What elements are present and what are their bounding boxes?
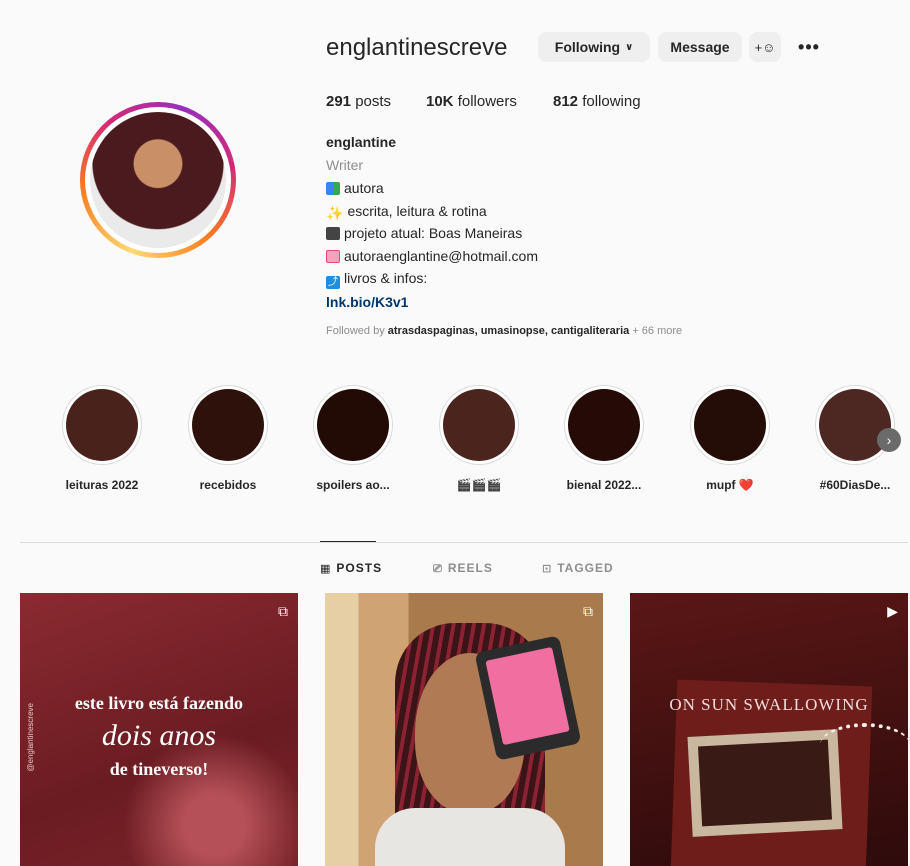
highlight-cover [819, 389, 891, 461]
post-thumbnail[interactable]: ON SUN SWALLOWING ▶ [630, 593, 908, 866]
post-image-shirt [375, 808, 565, 866]
post-text: este livro está fazendo [74, 693, 244, 713]
highlight-cover [443, 389, 515, 461]
highlight-label: mupf ❤️ [706, 478, 754, 492]
tab-tagged[interactable]: ⊡ TAGGED [542, 561, 614, 575]
reels-icon: ⎚ [433, 563, 443, 575]
chevron-down-icon: ∨ [625, 41, 634, 53]
books-icon [326, 182, 340, 195]
avatar-border [85, 107, 231, 253]
love-letter-icon [326, 250, 340, 263]
arrow-right-hook-icon: ⤴ [326, 276, 340, 289]
more-options-icon[interactable]: ••• [795, 32, 823, 62]
followers-stat[interactable]: 10K followers [426, 93, 517, 110]
following-stat[interactable]: 812 following [553, 93, 641, 110]
highlight-ring [439, 385, 519, 465]
bio-line: autora [326, 180, 384, 196]
sparkles-icon: ✨ [326, 205, 344, 221]
tab-reels[interactable]: ⎚ REELS [433, 561, 493, 576]
post-thumbnail[interactable]: ⧉ [325, 593, 603, 866]
tab-label: POSTS [336, 561, 383, 575]
bio-line: ⤴ livros & infos: [326, 270, 427, 289]
clapper-icon [326, 227, 340, 240]
highlight-cover [568, 389, 640, 461]
bio-category: Writer [326, 157, 364, 173]
avatar[interactable] [90, 112, 226, 248]
followed-by-more: + 66 more [632, 325, 683, 337]
tagged-icon: ⊡ [542, 563, 553, 575]
username: englantinescreve [326, 34, 508, 61]
post-text: ON SUN SWALLOWING [669, 695, 869, 714]
highlight-cover [317, 389, 389, 461]
highlight-label: recebidos [199, 478, 257, 492]
post-thumbnail[interactable]: ⧉ @englantinescreve este livro está faze… [20, 593, 298, 866]
post-text: de tineverso! [109, 759, 209, 779]
highlight-ring [815, 385, 895, 465]
highlight-ring [62, 385, 142, 465]
posts-count: 291 [326, 93, 352, 110]
highlight-item[interactable]: 🎬🎬🎬 [424, 385, 534, 492]
tab-label: TAGGED [557, 561, 614, 575]
carousel-icon: ⧉ [278, 603, 288, 619]
following-count: 812 [553, 93, 579, 110]
post-text: dois anos [101, 719, 217, 752]
highlight-item[interactable]: bienal 2022... [549, 385, 659, 492]
highlight-cover [66, 389, 138, 461]
tab-posts[interactable]: ▦ POSTS [320, 561, 382, 575]
bio-line: ✨ escrita, leitura & rotina [326, 203, 487, 221]
highlight-label: leituras 2022 [65, 478, 139, 492]
highlight-item[interactable]: recebidos [173, 385, 283, 492]
reel-icon: ▶ [887, 603, 898, 619]
followers-label: followers [457, 93, 517, 110]
bio-link[interactable]: lnk.bio/K3v1 [326, 294, 408, 310]
bio-line: projeto atual: Boas Maneiras [326, 225, 522, 241]
book-cover [485, 646, 570, 746]
followed-by[interactable]: Followed by atrasdaspaginas, umasinopse,… [326, 325, 682, 337]
highlight-ring [564, 385, 644, 465]
highlight-item[interactable]: mupf ❤️ [675, 385, 785, 492]
highlight-label: bienal 2022... [566, 478, 642, 492]
highlight-label: spoilers ao... [316, 478, 390, 492]
grid-icon: ▦ [320, 563, 332, 575]
add-person-icon[interactable]: +☺ [749, 32, 781, 62]
chevron-right-icon[interactable]: › [877, 428, 901, 452]
highlight-label: #60DiasDe... [819, 478, 891, 492]
following-button[interactable]: Following ∨ [538, 32, 650, 62]
highlight-item[interactable]: spoilers ao... [298, 385, 408, 492]
highlight-cover [694, 389, 766, 461]
bio-line-text: projeto atual: Boas Maneiras [344, 225, 523, 241]
following-button-label: Following [554, 39, 621, 55]
followed-by-users: atrasdaspaginas, umasinopse, cantigalite… [387, 325, 630, 337]
bio-line: autoraenglantine@hotmail.com [326, 248, 538, 264]
followed-by-prefix: Followed by [326, 325, 385, 337]
active-tab-indicator [320, 541, 376, 542]
highlight-ring [313, 385, 393, 465]
bio-line-text: escrita, leitura & rotina [347, 203, 487, 219]
highlight-ring [690, 385, 770, 465]
highlight-ring [188, 385, 268, 465]
bio-line-text: autoraenglantine@hotmail.com [344, 248, 538, 264]
message-button[interactable]: Message [658, 32, 742, 62]
following-label: following [582, 93, 641, 110]
profile-avatar-ring[interactable] [80, 102, 236, 258]
post-image-pearls [820, 723, 908, 767]
highlight-cover [192, 389, 264, 461]
highlight-item[interactable]: leituras 2022 [47, 385, 157, 492]
carousel-icon: ⧉ [583, 603, 593, 619]
tab-label: REELS [447, 561, 493, 575]
posts-stat: 291 posts [326, 93, 391, 110]
tabs-divider [20, 542, 908, 543]
bio-line-text: autora [344, 180, 384, 196]
followers-count: 10K [426, 93, 454, 110]
post-image-photo-inner [697, 739, 833, 827]
bio-name: englantine [326, 134, 397, 150]
highlight-label: 🎬🎬🎬 [456, 478, 502, 492]
posts-label: posts [355, 93, 392, 110]
bio-line-text: livros & infos: [344, 270, 428, 286]
